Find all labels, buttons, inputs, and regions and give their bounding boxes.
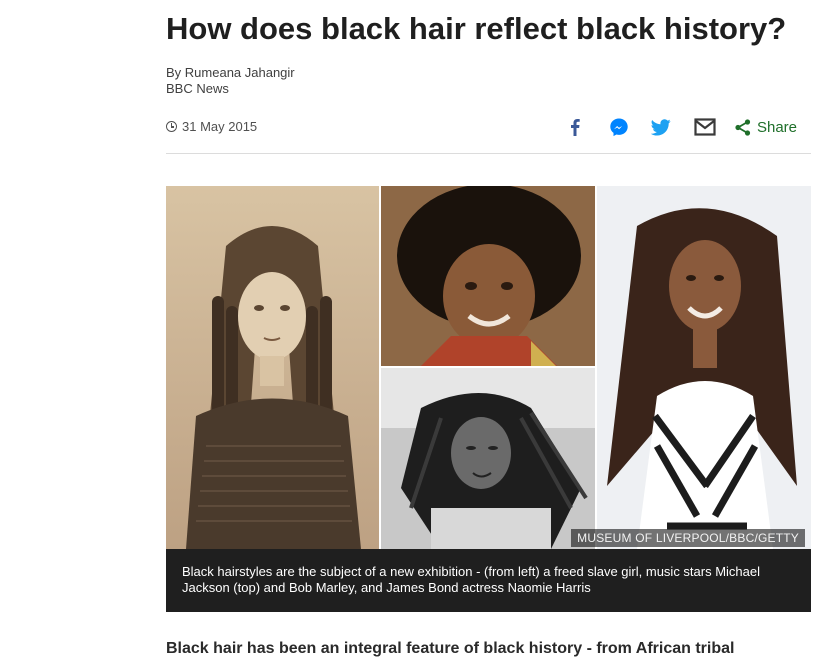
publish-date: 31 May 2015 [166,119,257,134]
portrait-freed-slave-girl [166,186,379,549]
portrait-bob-marley [381,368,595,549]
portrait-michael-jackson [381,186,595,366]
messenger-share-button[interactable] [607,117,631,137]
email-icon [694,118,716,136]
share-icon [735,118,751,136]
publish-date-text: 31 May 2015 [182,119,258,134]
clock-icon [166,121,177,132]
outlet-name: BBC News [166,81,229,96]
twitter-share-button[interactable] [649,118,673,136]
byline: By Rumeana Jahangir BBC News [166,65,295,97]
portrait-naomie-harris [597,186,811,549]
author-name: By Rumeana Jahangir [166,65,295,80]
article-meta-row: 31 May 2015 Share [166,113,811,141]
image-caption: Black hairstyles are the subject of a ne… [166,549,811,612]
header-divider [166,153,811,154]
twitter-icon [650,118,671,135]
facebook-icon [570,119,580,136]
share-tools: Share [563,113,797,141]
messenger-icon [610,118,628,137]
share-button[interactable]: Share [735,119,797,136]
image-credit: MUSEUM OF LIVERPOOL/BBC/GETTY [571,529,805,547]
article-image: MUSEUM OF LIVERPOOL/BBC/GETTY [166,186,811,549]
article-lead-paragraph: Black hair has been an integral feature … [166,640,735,657]
facebook-share-button[interactable] [563,118,587,136]
share-label: Share [756,118,797,136]
article-headline: How does black hair reflect black histor… [166,11,787,46]
email-share-button[interactable] [693,118,717,136]
